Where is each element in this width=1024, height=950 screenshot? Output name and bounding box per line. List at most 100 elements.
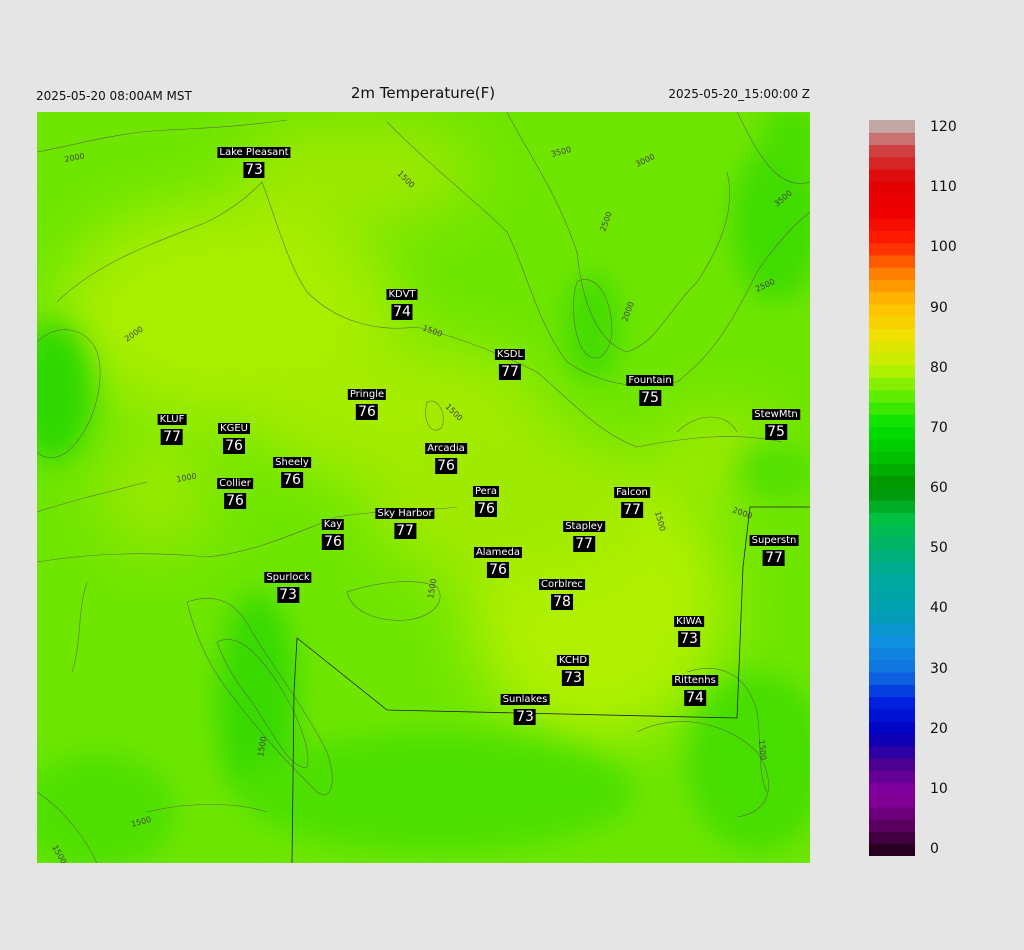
station-name: Sky Harbor [375, 508, 435, 519]
colorbar-band [869, 340, 915, 354]
colorbar-tick-label: 120 [930, 119, 957, 135]
station-marker: Falcon 77 [614, 480, 650, 518]
station-marker: KSDL 77 [494, 342, 526, 380]
colorbar-band [869, 377, 915, 391]
station-name: Rittenhs [672, 675, 718, 686]
station-name: Superstn [749, 535, 799, 546]
station-name: Sunlakes [500, 694, 550, 705]
colorbar-band [869, 831, 915, 845]
station-name: KGEU [218, 423, 250, 434]
station-name: Sheely [273, 457, 311, 468]
station-temperature: 76 [435, 458, 457, 474]
station-name: KCHD [556, 655, 590, 666]
colorbar-tick-label: 90 [930, 299, 948, 316]
station-marker: Rittenhs 74 [672, 668, 718, 706]
colorbar-band [869, 708, 915, 722]
station-temperature: 73 [562, 670, 584, 686]
colorbar-band [869, 353, 915, 366]
station-temperature: 75 [765, 424, 787, 440]
colorbar-band [869, 757, 915, 771]
station-temperature: 76 [356, 404, 378, 420]
colorbar-tick-label: 0 [930, 841, 939, 857]
colorbar-band [869, 328, 915, 342]
colorbar-band [869, 586, 915, 599]
colorbar-band [869, 622, 915, 636]
colorbar-tick-label: 50 [930, 540, 948, 557]
colorbar-band [869, 488, 915, 501]
station-marker: KGEU 76 [218, 416, 250, 454]
colorbar-band [869, 672, 915, 685]
colorbar-band [869, 549, 915, 563]
colorbar-band [869, 438, 915, 452]
colorbar-tick-label: 20 [930, 720, 948, 737]
colorbar-band [869, 635, 915, 648]
station-name: StewMtn [752, 409, 800, 420]
station-temperature: 75 [639, 390, 661, 406]
station-temperature: 73 [678, 631, 700, 647]
station-temperature: 77 [763, 550, 785, 566]
station-marker: StewMtn 75 [752, 402, 800, 440]
colorbar-band [869, 745, 915, 759]
station-marker: Corblrec 78 [539, 572, 585, 610]
station-name: Stapley [563, 521, 605, 532]
colorbar-band [869, 500, 915, 514]
station-temperature: 73 [243, 162, 265, 178]
station-name: Lake Pleasant [217, 147, 291, 158]
station-temperature: 76 [223, 438, 245, 454]
colorbar-tick-label: 80 [930, 359, 948, 376]
station-marker: Collier 76 [217, 471, 253, 509]
colorbar-band [869, 242, 915, 256]
station-temperature: 73 [514, 709, 536, 725]
colorbar-band [869, 230, 915, 244]
station-marker: Spurlock 73 [264, 565, 312, 603]
station-name: KLUF [157, 414, 187, 425]
colorbar-band [869, 181, 915, 195]
colorbar-band [869, 156, 915, 170]
station-name: Pringle [347, 389, 387, 400]
colorbar-band [869, 770, 915, 783]
colorbar-band [869, 365, 915, 379]
colorbar-band [869, 451, 915, 464]
utc-time-label: 2025-05-20_15:00:00 Z [668, 87, 810, 101]
colorbar-band [869, 205, 915, 219]
station-marker: KLUF 77 [157, 407, 187, 445]
station-temperature: 76 [281, 472, 303, 488]
colorbar-band [869, 524, 915, 538]
colorbar-band [869, 610, 915, 624]
colorbar-band [869, 132, 915, 146]
station-name: Corblrec [539, 579, 585, 590]
temperature-field: 2000150020003500300035002500250020001500… [37, 112, 810, 863]
colorbar-band [869, 721, 915, 734]
colorbar-band [869, 389, 915, 403]
colorbar-band [869, 120, 915, 133]
station-temperature: 74 [391, 304, 413, 320]
colorbar-band [869, 512, 915, 526]
colorbar-band [869, 696, 915, 710]
station-temperature: 76 [487, 562, 509, 578]
colorbar-band [869, 426, 915, 440]
colorbar-band [869, 806, 915, 820]
station-temperature: 77 [161, 429, 183, 445]
station-name: Fountain [626, 375, 674, 386]
colorbar-band [869, 659, 915, 673]
station-temperature: 77 [499, 364, 521, 380]
station-temperature: 74 [684, 690, 706, 706]
colorbar-band [869, 537, 915, 550]
colorbar-band [869, 647, 915, 661]
colorbar-band [869, 169, 915, 182]
colorbar-band [869, 144, 915, 158]
station-marker: Alameda 76 [473, 540, 523, 578]
station-marker: Pera 76 [472, 479, 500, 517]
station-temperature: 77 [394, 523, 416, 539]
station-temperature: 76 [224, 493, 246, 509]
station-marker: Sunlakes 73 [500, 687, 550, 725]
colorbar-band [869, 414, 915, 428]
colorbar-band [869, 267, 915, 280]
station-temperature: 77 [621, 502, 643, 518]
station-marker: KCHD 73 [556, 648, 590, 686]
station-temperature: 73 [277, 587, 299, 603]
colorbar-band [869, 402, 915, 415]
colorbar-band [869, 279, 915, 293]
station-marker: Lake Pleasant 73 [217, 140, 291, 178]
colorbar-tick-label: 60 [930, 480, 948, 496]
